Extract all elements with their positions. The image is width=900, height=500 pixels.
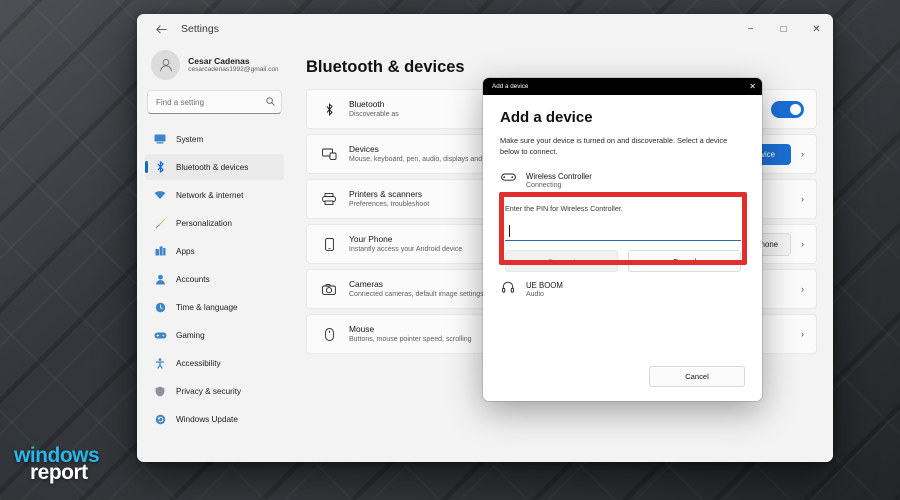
chevron-right-icon[interactable]: › bbox=[801, 284, 804, 294]
sidebar-item-system[interactable]: System bbox=[145, 126, 284, 152]
user-profile[interactable]: Cesar Cadenas cesarcadenas1992@gmail.com bbox=[145, 44, 284, 90]
bluetooth-icon bbox=[321, 102, 337, 116]
user-avatar-icon bbox=[159, 59, 172, 72]
gamepad-icon bbox=[500, 172, 516, 182]
dialog-cancel-button[interactable]: Cancel bbox=[649, 366, 745, 387]
chevron-right-icon[interactable]: › bbox=[801, 149, 804, 159]
dialog-footer: Cancel bbox=[483, 366, 762, 401]
sidebar-item-gaming[interactable]: Gaming bbox=[145, 322, 284, 348]
connect-button[interactable]: Connect bbox=[505, 250, 618, 272]
sidebar-item-network-internet[interactable]: Network & internet bbox=[145, 182, 284, 208]
sidebar-item-label: Privacy & security bbox=[176, 386, 242, 396]
pin-prompt-label: Enter the PIN for Wireless Controller. bbox=[505, 204, 623, 213]
mouse-icon bbox=[321, 327, 337, 341]
sidebar-item-label: Windows Update bbox=[176, 414, 238, 424]
sidebar-item-apps[interactable]: Apps bbox=[145, 238, 284, 264]
device-list-item-ue-boom[interactable]: UE BOOM Audio bbox=[500, 278, 745, 301]
device-list-item-wireless-controller[interactable]: Wireless Controller Connecting bbox=[500, 169, 745, 192]
page-title: Bluetooth & devices bbox=[306, 58, 465, 76]
sidebar-item-time-language[interactable]: Time & language bbox=[145, 294, 284, 320]
device-name: UE BOOM bbox=[526, 281, 563, 291]
search-box[interactable] bbox=[147, 90, 282, 114]
dialog-body: Add a device Make sure your device is tu… bbox=[483, 95, 762, 366]
sidebar-item-label: Gaming bbox=[176, 330, 205, 340]
window-title: Settings bbox=[181, 23, 219, 35]
pin-cancel-button[interactable]: Cancel bbox=[628, 250, 741, 272]
avatar bbox=[151, 50, 181, 80]
text-caret bbox=[509, 225, 510, 237]
settings-window: Settings − □ ✕ Cesar Cadenas cesarcadena… bbox=[137, 14, 833, 462]
sidebar-item-label: Personalization bbox=[176, 218, 232, 228]
accounts-icon bbox=[153, 274, 167, 285]
pin-prompt-panel: Enter the PIN for Wireless Controller. C… bbox=[491, 194, 755, 280]
dialog-close-icon[interactable]: ✕ bbox=[749, 82, 756, 91]
camera-icon bbox=[321, 283, 337, 295]
brush-icon bbox=[153, 218, 167, 229]
sidebar-item-label: Accessibility bbox=[176, 358, 221, 368]
profile-name: Cesar Cadenas bbox=[188, 55, 250, 66]
sidebar: Cesar Cadenas cesarcadenas1992@gmail.com bbox=[137, 44, 292, 462]
sidebar-item-accounts[interactable]: Accounts bbox=[145, 266, 284, 292]
devices-icon bbox=[321, 148, 337, 160]
minimize-button[interactable]: − bbox=[734, 14, 767, 44]
chevron-right-icon[interactable]: › bbox=[801, 194, 804, 204]
sidebar-item-bluetooth-devices[interactable]: Bluetooth & devices bbox=[145, 154, 284, 180]
headphones-icon bbox=[500, 281, 516, 293]
network-icon bbox=[153, 190, 167, 200]
profile-email: cesarcadenas1992@gmail.com bbox=[188, 66, 278, 74]
sidebar-item-privacy-security[interactable]: Privacy & security bbox=[145, 378, 284, 404]
chevron-right-icon[interactable]: › bbox=[801, 329, 804, 339]
dialog-titlebar: Add a device ✕ bbox=[483, 78, 762, 95]
sidebar-item-label: Time & language bbox=[176, 302, 238, 312]
sidebar-item-label: Bluetooth & devices bbox=[176, 162, 249, 172]
window-titlebar: Settings − □ ✕ bbox=[137, 14, 833, 44]
device-status: Connecting bbox=[526, 182, 562, 190]
maximize-button[interactable]: □ bbox=[767, 14, 800, 44]
apps-icon bbox=[153, 246, 167, 256]
close-button[interactable]: ✕ bbox=[800, 14, 833, 44]
search-icon bbox=[266, 96, 275, 108]
dialog-description: Make sure your device is turned on and d… bbox=[500, 136, 728, 157]
back-button[interactable] bbox=[147, 17, 175, 41]
sidebar-item-label: Apps bbox=[176, 246, 195, 256]
sidebar-item-personalization[interactable]: Personalization bbox=[145, 210, 284, 236]
sidebar-item-windows-update[interactable]: Windows Update bbox=[145, 406, 284, 432]
sidebar-item-label: System bbox=[176, 134, 204, 144]
update-icon bbox=[153, 414, 167, 425]
window-controls: − □ ✕ bbox=[734, 14, 833, 44]
sidebar-item-label: Network & internet bbox=[176, 190, 244, 200]
dialog-heading: Add a device bbox=[500, 109, 593, 126]
shield-icon bbox=[153, 386, 167, 397]
accessibility-icon bbox=[153, 357, 167, 369]
device-status: Audio bbox=[526, 291, 544, 299]
back-arrow-icon bbox=[155, 24, 166, 34]
sidebar-item-label: Accounts bbox=[176, 274, 210, 284]
pin-input[interactable] bbox=[505, 222, 741, 241]
bluetooth-toggle[interactable] bbox=[771, 100, 804, 118]
dialog-titlebar-title: Add a device bbox=[492, 83, 529, 90]
windows-report-watermark: windows report bbox=[14, 445, 100, 483]
chevron-right-icon[interactable]: › bbox=[801, 239, 804, 249]
bluetooth-icon bbox=[153, 161, 167, 173]
phone-icon bbox=[321, 237, 337, 251]
search-input[interactable] bbox=[156, 97, 266, 107]
system-icon bbox=[153, 134, 167, 144]
sidebar-item-accessibility[interactable]: Accessibility bbox=[145, 350, 284, 376]
add-device-dialog: Add a device ✕ Add a device Make sure yo… bbox=[483, 78, 762, 401]
printer-icon bbox=[321, 193, 337, 205]
device-name: Wireless Controller bbox=[526, 172, 592, 182]
clock-icon bbox=[153, 302, 167, 313]
gaming-icon bbox=[153, 331, 167, 340]
